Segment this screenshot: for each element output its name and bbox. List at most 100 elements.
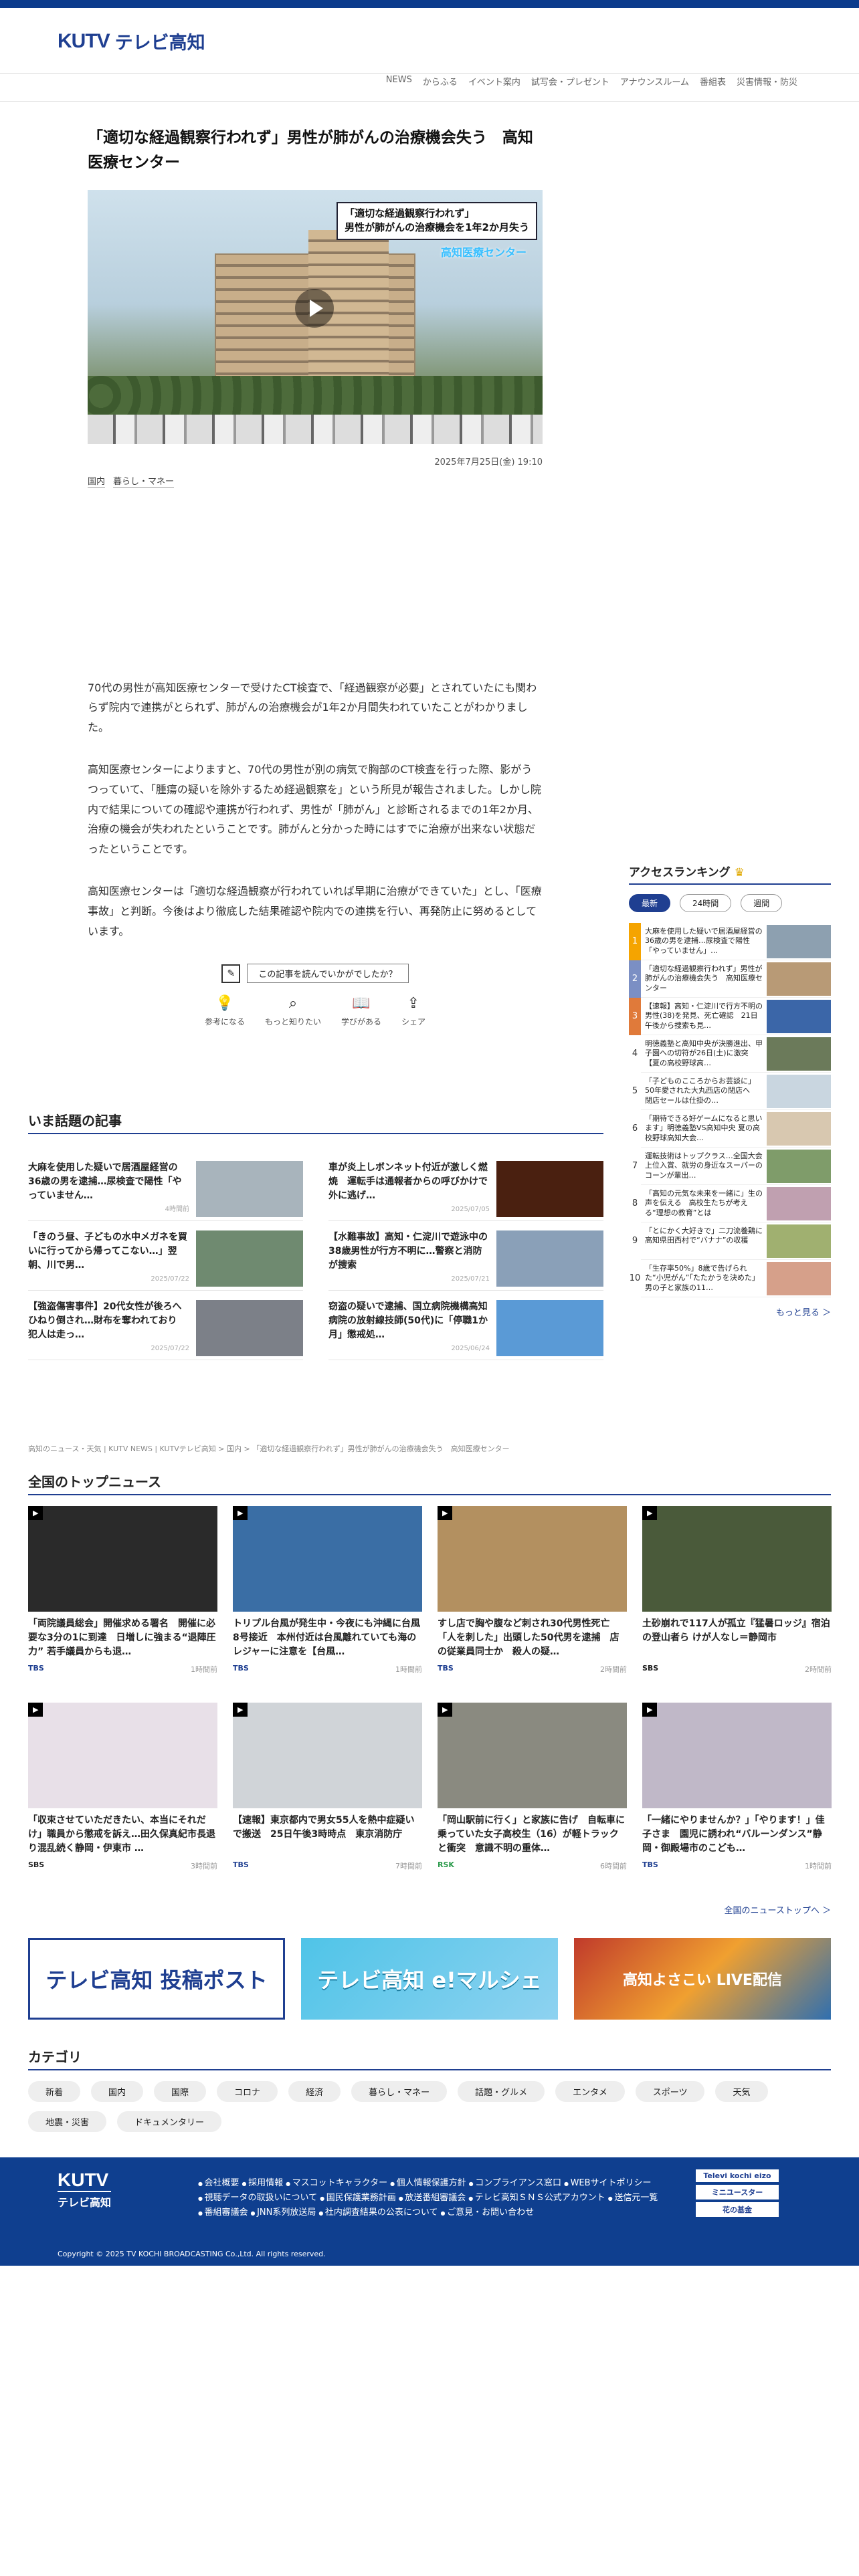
nav-announce[interactable]: アナウンスルーム [620,75,689,88]
topic-card[interactable]: 【水難事故】高知・仁淀川で遊泳中の38歳男性が行方不明に…警察と消防が捜索 202… [328,1221,603,1291]
ranking-item[interactable]: 10 「生存率50%」8歳で告げられた“小児がん”「たたかうを決めた」男の子と家族… [629,1259,831,1297]
share-icon: ⇪ [407,995,420,1012]
footer-link[interactable]: 国民保護業務計画 [320,2193,396,2203]
nav-events[interactable]: イベント案内 [468,75,520,88]
site-logo[interactable]: KUTV テレビ高知 [58,28,205,54]
national-news-card[interactable]: 土砂崩れで117人が孤立『猛暑ロッジ』宿泊の登山者ら けが人なし＝静岡市 SBS 2… [642,1506,832,1687]
ranking-item[interactable]: 2 「適切な経過観察行われず」男性が肺がんの治療機会失う 高知医療センター [629,960,831,998]
topic-card[interactable]: 大麻を使用した疑いで居酒屋経営の36歳の男を逮捕…尿検査で陽性「やっていません…… [28,1152,303,1221]
footer-link[interactable]: 送信元一覧 [608,2193,658,2203]
nav-disaster[interactable]: 災害情報・防災 [737,75,797,88]
nav-news[interactable]: NEWS [386,75,412,88]
category-chip[interactable]: 話題・グルメ [458,2081,545,2102]
news-time: 2時間前 [600,1665,627,1674]
ranking-more-link[interactable]: もっと見る ＞ [629,1305,831,1318]
national-more-link[interactable]: 全国のニューストップへ ＞ [725,1903,831,1916]
nav-colorful[interactable]: からふる [423,75,458,88]
news-source: SBS [28,1860,45,1869]
footer-link[interactable]: ご意見・お問い合わせ [441,2208,535,2218]
rank-thumbnail [767,1186,831,1220]
topic-thumbnail [496,1300,603,1356]
footer-banner-eizo[interactable]: Televi kochi eizo [696,2169,779,2182]
play-icon[interactable] [295,288,334,328]
footer-link[interactable]: 個人情報保護方針 [390,2178,466,2188]
national-news-card[interactable]: 「収束させていただきたい、本当にそれだけ」職員から懲戒を訴え…田久保真紀市長退り… [28,1703,217,1883]
news-footer: TBS 2時間前 [438,1664,627,1675]
nav-program[interactable]: 番組表 [700,75,726,88]
news-title: トリプル台風が発生中・今夜にも沖縄に台風8号接近 本州付近は台風離れていても海の… [233,1618,420,1657]
rank-thumbnail [767,1149,831,1183]
footer-link[interactable]: 社内調査結果の公表について [318,2208,438,2218]
share-button[interactable]: ⇪ シェア [401,995,425,1027]
national-news-card[interactable]: すし店で胸や腹など刺され30代男性死亡「人を刺した」出頭した50代男を逮捕 店の… [438,1506,627,1687]
paragraph: 高知医療センターは「適切な経過観察が行われていれば早期に治療ができていた」とし、… [88,885,542,938]
category-chip[interactable]: スポーツ [635,2081,705,2102]
footer-link[interactable]: マスコットキャラクター [286,2178,387,2188]
footer-logo[interactable]: KUTV テレビ高知 [58,2169,112,2210]
topics-heading: いま話題の記事 [28,1110,603,1134]
footer-link[interactable]: WEBサイトポリシー [564,2178,652,2188]
ranking-item[interactable]: 8 「高知の元気な未来を一緒に」生の声を伝える 高校生たちが考える“理想の教育”と… [629,1184,831,1222]
footer-link[interactable]: JNN系列放送局 [251,2208,316,2218]
tab-latest[interactable]: 最新 [629,894,671,912]
article-video[interactable]: 「適切な経過観察行われず」 男性が肺がんの治療機会を1年2か月失う 高知医療セン… [88,189,543,444]
topic-card[interactable]: 車が炎上しボンネット付近が激しく燃焼 運転手は通報者からの呼びかけで外に逃げ… 2… [328,1152,603,1221]
national-news-card[interactable]: 【速報】東京都内で男女55人を熱中症疑いで搬送 25日午後3時時点 東京消防庁 T… [233,1703,422,1883]
ranking-item[interactable]: 9 「とにかく大好きで」二刀流養鶏に 高知県田西村で“バナナ”の収穫 [629,1222,831,1260]
reaction-question: この記事を読んでいかがでしたか？ [247,964,409,984]
tab-weekly[interactable]: 週間 [741,894,783,912]
ranking-item[interactable]: 7 運転技術はトップクラス…全国大会上位入賞、就労の身近なスーパーのコーンが輩出… [629,1147,831,1185]
category-chip[interactable]: 経済 [288,2081,341,2102]
site-header: KUTV テレビ高知 [0,8,859,74]
global-nav: NEWS からふる イベント案内 試写会・プレゼント アナウンスルーム 番組表 … [386,75,797,88]
footer-link[interactable]: テレビ高知ＳＮＳ公式アカウント [468,2193,605,2203]
footer-link[interactable]: 放送番組審議会 [399,2193,466,2203]
category-chip[interactable]: エンタメ [555,2081,625,2102]
tab-24h[interactable]: 24時間 [680,894,732,912]
category-chip[interactable]: 国内 [91,2081,144,2102]
national-news-card[interactable]: 「岡山駅前に行く」と家族に告げ 自転車に乗っていた女子高校生（16）が軽トラック… [438,1703,627,1883]
ranking-item[interactable]: 3 【速報】高知・仁淀川で行方不明の男性(38)を発見、死亡確認 21日午後から捜… [629,997,831,1035]
footer-side-banners: Televi kochi eizo ミニユースター 花の基金 [696,2169,779,2217]
footer-banner-hana[interactable]: 花の基金 [696,2202,779,2217]
nav-present[interactable]: 試写会・プレゼント [531,75,609,88]
category-chip[interactable]: 新着 [28,2081,81,2102]
ranking-item[interactable]: 5 「子どものこころからお芸談に」50年愛された大丸西店の閉店へ 閉店セールは仕掛… [629,1072,831,1110]
topic-card[interactable]: 「きのう昼、子どもの水中メガネを買いに行ってから帰ってこない…」翌朝、川で男… 2… [28,1221,303,1291]
footer-banner-youster[interactable]: ミニユースター [696,2185,779,2199]
category-chip[interactable]: コロナ [217,2081,278,2102]
banner-post[interactable]: テレビ高知 投稿ポスト [28,1938,285,2020]
ranking-item[interactable]: 6 「期待できる好ゲームになると思います」明徳義塾VS高知中央 夏の高校野球高知大… [629,1109,831,1148]
category-chip[interactable]: 国際 [154,2081,207,2102]
category-chip[interactable]: ドキュメンタリー [117,2111,222,2132]
rank-title: 運転技術はトップクラス…全国大会上位入賞、就労の身近なスーパーのコーンが輩出… [645,1151,763,1180]
ranking-item[interactable]: 4 明徳義塾と高知中央が決勝進出、甲子園への切符が26日(土)に激突【夏の高校野球… [629,1035,831,1073]
ranking-item[interactable]: 1 大麻を使用した疑いで居酒屋経営の36歳の男を逮捕…尿検査で陽性「やっていません… [629,922,831,960]
footer: KUTV テレビ高知 会社概要採用情報マスコットキャラクター個人情報保護方針コン… [0,2157,859,2266]
tag-domestic[interactable]: 国内 [88,474,106,488]
category-chip[interactable]: 天気 [715,2081,768,2102]
category-chip[interactable]: 暮らし・マネー [351,2081,448,2102]
footer-link[interactable]: コンプライアンス窓口 [469,2178,561,2188]
national-news-card[interactable]: 「両院議員総会」開催求める署名 開催に必要な3分の1に到達 日増しに強まる“退陣… [28,1506,217,1687]
breadcrumb[interactable]: 高知のニュース・天気 | KUTV NEWS | KUTVテレビ高知 > 国内 … [28,1443,510,1454]
tag-money[interactable]: 暮らし・マネー [113,474,175,488]
category-chip[interactable]: 地震・災害 [28,2111,107,2132]
footer-link[interactable]: 視聴データの取扱いについて [198,2193,317,2203]
topic-card[interactable]: 窃盗の疑いで逮捕、国立病院機構高知病院の放射線技師(50代)に「停職1か月」懲戒… [328,1291,603,1360]
reaction-more-button[interactable]: ⌕ もっと知りたい [265,995,321,1027]
footer-link[interactable]: 番組審議会 [198,2208,248,2218]
topic-card[interactable]: 【強盗傷害事件】20代女性が後ろへひねり倒され…財布を奪われており 犯人は走っ…… [28,1291,303,1360]
reaction-learn-button[interactable]: 📖 学びがある [341,995,381,1027]
reaction-helpful-button[interactable]: 💡 参考になる [205,995,245,1027]
rank-thumbnail [767,1074,831,1108]
rank-number: 4 [629,1035,641,1073]
national-news-card[interactable]: トリプル台風が発生中・今夜にも沖縄に台風8号接近 本州付近は台風離れていても海の… [233,1506,422,1687]
national-heading: 全国のトップニュース [28,1471,831,1495]
national-news-card[interactable]: 「一緒にやりませんか？」「やります！」佳子さま 園児に誘われ“バルーンダンス”静… [642,1703,832,1883]
footer-link[interactable]: 採用情報 [242,2178,284,2188]
banner-marche[interactable]: テレビ高知 e!マルシェ [301,1938,558,2020]
footer-link[interactable]: 会社概要 [198,2178,240,2188]
banner-yosakoi[interactable]: 高知よさこい LIVE配信 [574,1938,831,2020]
reaction-box: ✎ この記事を読んでいかがでしたか？ 💡 参考になる ⌕ もっと知りたい 📖 学びがあ… [205,964,425,1027]
